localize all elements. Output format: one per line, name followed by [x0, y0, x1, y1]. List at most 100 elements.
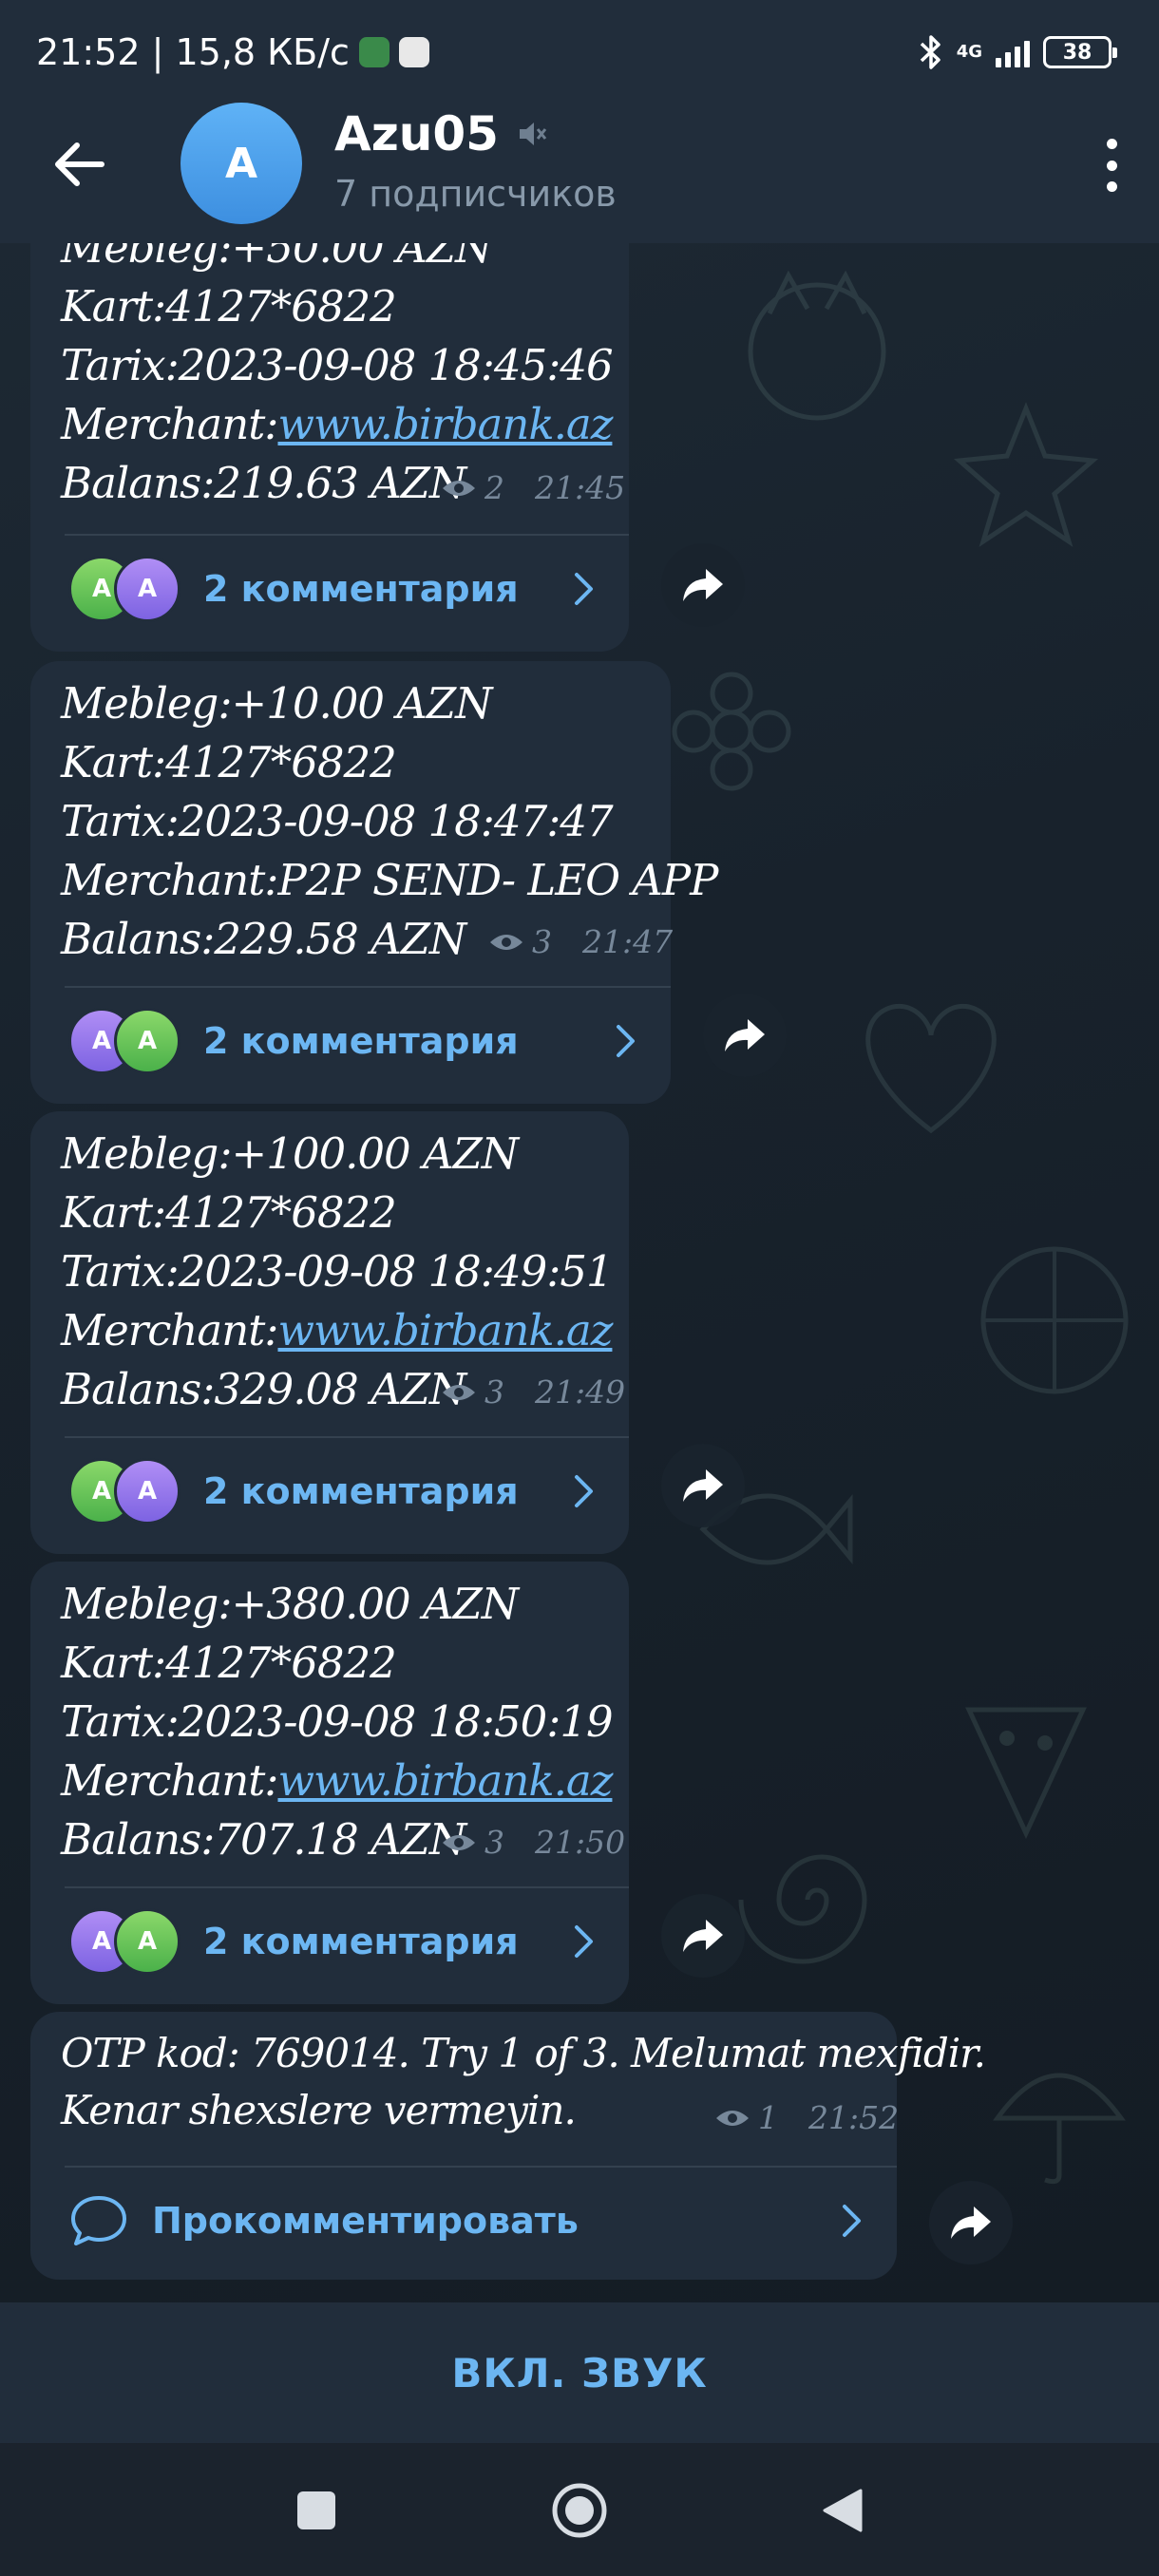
square-icon — [297, 2491, 335, 2529]
circle-icon — [552, 2483, 607, 2538]
comments-button[interactable]: A A 2 комментария — [68, 541, 598, 636]
comment-button[interactable]: Прокомментировать — [68, 2173, 866, 2268]
message-time: 21:52 — [808, 2099, 900, 2136]
eye-icon — [443, 480, 475, 496]
message-line: Mebleg:+10.00 AZN — [61, 678, 492, 729]
message-meta: 1 21:52 — [714, 2099, 899, 2136]
divider — [65, 534, 629, 536]
share-button[interactable] — [661, 543, 745, 627]
share-button[interactable] — [929, 2181, 1013, 2264]
commenter-avatar: A — [114, 1008, 180, 1074]
message-bubble[interactable]: Mebleg:+380.00 AZN Kart:4127*6822 Tarix:… — [30, 1562, 629, 2004]
view-count: 3 — [484, 1373, 504, 1411]
message-meta: 3 21:47 — [488, 923, 673, 960]
unmute-button[interactable]: ВКЛ. ЗВУК — [394, 2331, 764, 2415]
divider — [65, 2166, 897, 2168]
share-arrow-icon — [683, 1920, 723, 1952]
message-line: Kart:4127*6822 — [61, 737, 397, 787]
eye-icon — [716, 2110, 749, 2126]
channel-title[interactable]: Azu05 — [334, 106, 548, 161]
comments-button[interactable]: A A 2 комментария — [68, 994, 640, 1089]
speech-bubble-icon — [71, 2196, 126, 2245]
message-meta: 2 21:45 — [441, 469, 625, 506]
message-bubble[interactable]: OTP kod: 769014. Try 1 of 3. Melumat mex… — [30, 2012, 986, 2280]
comments-button[interactable]: A A 2 комментария — [68, 1894, 598, 1989]
message-bubble[interactable]: Mebleg:+100.00 AZN Kart:4127*6822 Tarix:… — [30, 1111, 629, 1554]
battery-level: 38 — [1062, 40, 1092, 65]
more-options-button[interactable] — [1092, 129, 1130, 201]
status-indicators: 4G 38 — [919, 28, 1117, 76]
merchant-link[interactable]: www.birbank.az — [277, 399, 613, 449]
divider — [65, 986, 671, 988]
message-line: Merchant:www.birbank.az — [61, 399, 613, 449]
message-meta: 3 21:50 — [441, 1824, 625, 1861]
app-header: 21:52 | 15,8 КБ/с 4G 38 A Azu05 7 подпис… — [0, 0, 1159, 243]
commenter-avatar: A — [114, 1458, 180, 1525]
message-line: Tarix:2023-09-08 18:49:51 — [61, 1246, 614, 1297]
message-bubble[interactable]: Mebleg:+10.00 AZN Kart:4127*6822 Tarix:2… — [30, 661, 718, 1104]
message-line: OTP kod: 769014. Try 1 of 3. Melumat mex… — [61, 2030, 986, 2076]
status-text: 21:52 | 15,8 КБ/с — [36, 31, 350, 73]
message-line: Mebleg:+100.00 AZN — [61, 1128, 519, 1179]
network-type: 4G — [956, 42, 982, 62]
chevron-right-icon — [612, 1022, 640, 1060]
message-time: 21:50 — [535, 1824, 626, 1861]
message-line: Merchant:www.birbank.az — [61, 1305, 613, 1355]
divider — [65, 1886, 629, 1888]
comments-label: 2 комментария — [203, 568, 519, 610]
view-count: 3 — [532, 923, 552, 960]
message-line: Kart:4127*6822 — [61, 1638, 397, 1688]
share-arrow-icon — [683, 1469, 723, 1502]
recents-button[interactable] — [283, 2477, 350, 2544]
eye-icon — [490, 934, 522, 950]
view-count: 3 — [484, 1824, 504, 1861]
message-line: Kart:4127*6822 — [61, 281, 397, 331]
battery-icon: 38 — [1043, 36, 1117, 68]
share-arrow-icon — [725, 1019, 765, 1051]
channel-avatar[interactable]: A — [180, 103, 302, 224]
chevron-right-icon — [838, 2202, 866, 2240]
channel-name: Azu05 — [334, 106, 499, 161]
message-line: Merchant:P2P SEND- LEO APP — [61, 855, 718, 905]
share-button[interactable] — [661, 1894, 745, 1978]
message-line: Tarix:2023-09-08 18:45:46 — [61, 340, 614, 390]
merchant-link[interactable]: www.birbank.az — [277, 1305, 613, 1355]
eye-icon — [443, 1384, 475, 1400]
share-arrow-icon — [951, 2207, 991, 2239]
arrow-left-icon — [55, 142, 104, 186]
comments-button[interactable]: A A 2 комментария — [68, 1444, 598, 1539]
doodle-pizza-icon — [965, 1707, 1087, 1839]
doodle-heart-icon — [865, 1003, 997, 1134]
system-back-button[interactable] — [809, 2477, 876, 2544]
eye-icon — [443, 1834, 475, 1850]
message-line: Tarix:2023-09-08 18:47:47 — [61, 796, 614, 846]
share-button[interactable] — [661, 1444, 745, 1527]
message-line: Kart:4127*6822 — [61, 1187, 397, 1238]
doodle-umbrella-icon — [993, 2073, 1126, 2185]
comments-label: 2 комментария — [203, 1470, 519, 1512]
message-line: Merchant:www.birbank.az — [61, 1755, 613, 1806]
share-button[interactable] — [703, 994, 787, 1077]
view-count: 2 — [484, 469, 504, 506]
comments-label: 2 комментария — [203, 1921, 519, 1962]
chevron-right-icon — [570, 1923, 598, 1960]
message-bubble[interactable]: Mebleg:+50.00 AZN Kart:4127*6822 Tarix:2… — [30, 190, 629, 652]
comments-label: 2 комментария — [203, 1020, 519, 1062]
doodle-spiral-icon — [738, 1854, 867, 1964]
bottom-bar: ВКЛ. ЗВУК — [0, 2302, 1159, 2443]
bluetooth-icon — [920, 35, 940, 69]
doodle-star-icon — [954, 402, 1098, 547]
app-notification-icon — [358, 37, 390, 67]
home-button[interactable] — [546, 2477, 613, 2544]
channel-avatar-letter: A — [224, 139, 258, 188]
system-nav-bar — [0, 2443, 1159, 2576]
comment-label: Прокомментировать — [152, 2200, 579, 2242]
doodle-ball-icon — [980, 1246, 1129, 1394]
back-button[interactable] — [46, 131, 112, 198]
triangle-back-icon — [823, 2489, 863, 2532]
commenter-avatar: A — [114, 1908, 180, 1975]
merchant-link[interactable]: www.birbank.az — [277, 1755, 613, 1806]
subscriber-count: 7 подписчиков — [334, 173, 617, 215]
divider — [65, 1436, 629, 1438]
google-icon — [398, 37, 429, 67]
